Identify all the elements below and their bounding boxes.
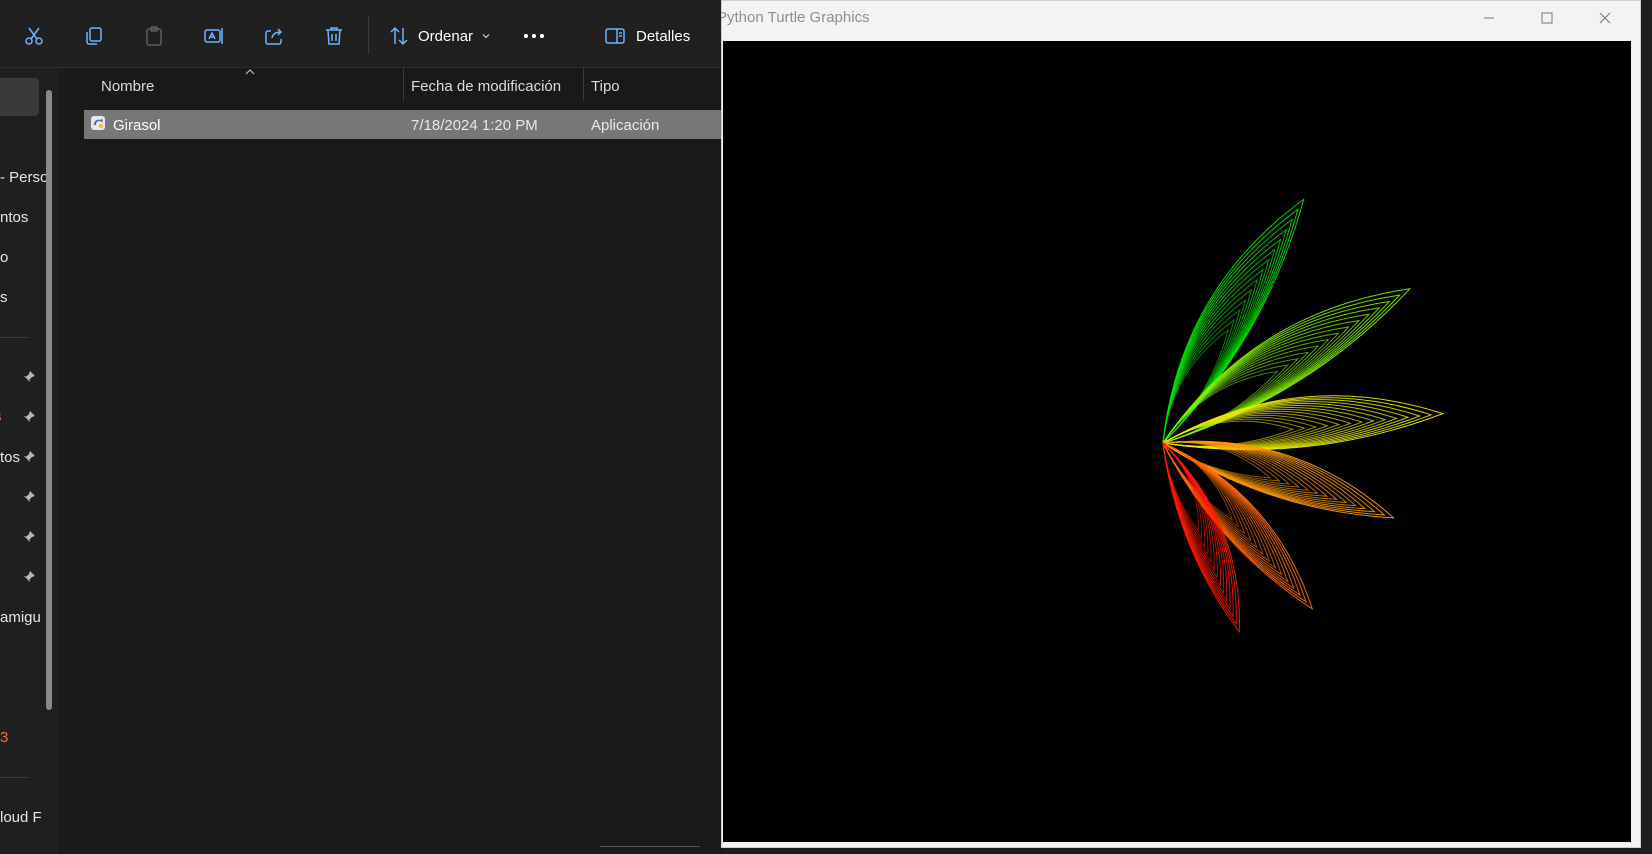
petal-stroke — [1162, 441, 1310, 491]
nav-item-onedrive[interactable]: - Perso — [0, 169, 48, 186]
nav-item-pinned-2[interactable]: s — [0, 408, 2, 425]
chevron-down-icon — [482, 34, 490, 39]
delete-icon — [326, 27, 342, 45]
rename-button[interactable] — [192, 14, 236, 58]
column-divider[interactable] — [403, 68, 404, 101]
petal-stroke — [1162, 442, 1295, 590]
close-icon — [1599, 12, 1611, 24]
sort-label: Ordenar — [418, 27, 474, 45]
nav-item-icloud[interactable]: loud F — [0, 809, 42, 826]
copy-button[interactable] — [72, 14, 116, 58]
nav-item-pinned-7[interactable]: amigu — [0, 609, 41, 626]
flower-drawing — [1162, 198, 1445, 634]
maximize-icon — [1541, 12, 1553, 24]
details-button[interactable]: Detalles — [598, 14, 706, 58]
paste-icon — [146, 26, 162, 46]
maximize-button[interactable] — [1522, 4, 1572, 32]
petal-stroke — [1162, 442, 1308, 604]
share-icon — [265, 28, 283, 45]
turtle-canvas[interactable] — [723, 41, 1631, 842]
paste-button[interactable] — [132, 14, 176, 58]
background-window-edge — [1641, 0, 1652, 854]
sort-ascending-icon — [245, 69, 255, 75]
more-options-button[interactable] — [512, 14, 556, 58]
column-divider[interactable] — [583, 68, 584, 101]
pin-icon — [24, 451, 35, 462]
share-button[interactable] — [252, 14, 296, 58]
cut-icon — [25, 27, 43, 45]
copy-icon — [86, 27, 102, 45]
pin-icon — [24, 411, 35, 422]
toolbar-separator — [368, 16, 369, 54]
delete-button[interactable] — [312, 14, 356, 58]
column-header-type[interactable]: Tipo — [591, 78, 620, 95]
minimize-icon — [1484, 17, 1494, 19]
pin-icon — [24, 371, 35, 382]
sort-button[interactable]: Ordenar — [382, 14, 500, 58]
nav-item-downloads[interactable]: s — [0, 289, 8, 306]
python-app-icon — [91, 116, 105, 130]
cut-button[interactable] — [12, 14, 56, 58]
nav-divider — [0, 337, 29, 338]
command-bar: Ordenar Detalles — [0, 0, 721, 68]
file-modified: 7/18/2024 1:20 PM — [411, 117, 538, 134]
pin-icon — [24, 491, 35, 502]
pin-icon — [24, 571, 35, 582]
column-header-modified[interactable]: Fecha de modificación — [411, 78, 561, 95]
more-icon — [524, 34, 544, 38]
rename-icon — [204, 28, 223, 44]
file-name: Girasol — [113, 117, 161, 134]
nav-item-pinned-3[interactable]: tos — [0, 449, 20, 466]
details-pane-icon — [605, 28, 625, 44]
details-label: Detalles — [636, 27, 691, 45]
pin-icon — [24, 531, 35, 542]
nav-item-desktop[interactable]: o — [0, 249, 8, 266]
window-title: Python Turtle Graphics — [721, 9, 870, 26]
nav-divider — [0, 777, 29, 778]
sort-icon — [390, 26, 408, 46]
nav-item-documents[interactable]: ntos — [0, 209, 28, 226]
nav-item-selected[interactable] — [0, 78, 39, 116]
column-header-name[interactable]: Nombre — [101, 78, 154, 95]
nav-item-drive[interactable]: 3 — [0, 729, 8, 746]
minimize-button[interactable] — [1464, 4, 1514, 32]
petal-stroke — [1162, 208, 1299, 444]
file-list — [62, 68, 722, 854]
nav-scrollbar[interactable] — [46, 90, 52, 710]
file-type: Aplicación — [591, 117, 660, 134]
close-button[interactable] — [1580, 4, 1630, 32]
horizontal-scrollbar[interactable] — [600, 846, 700, 847]
